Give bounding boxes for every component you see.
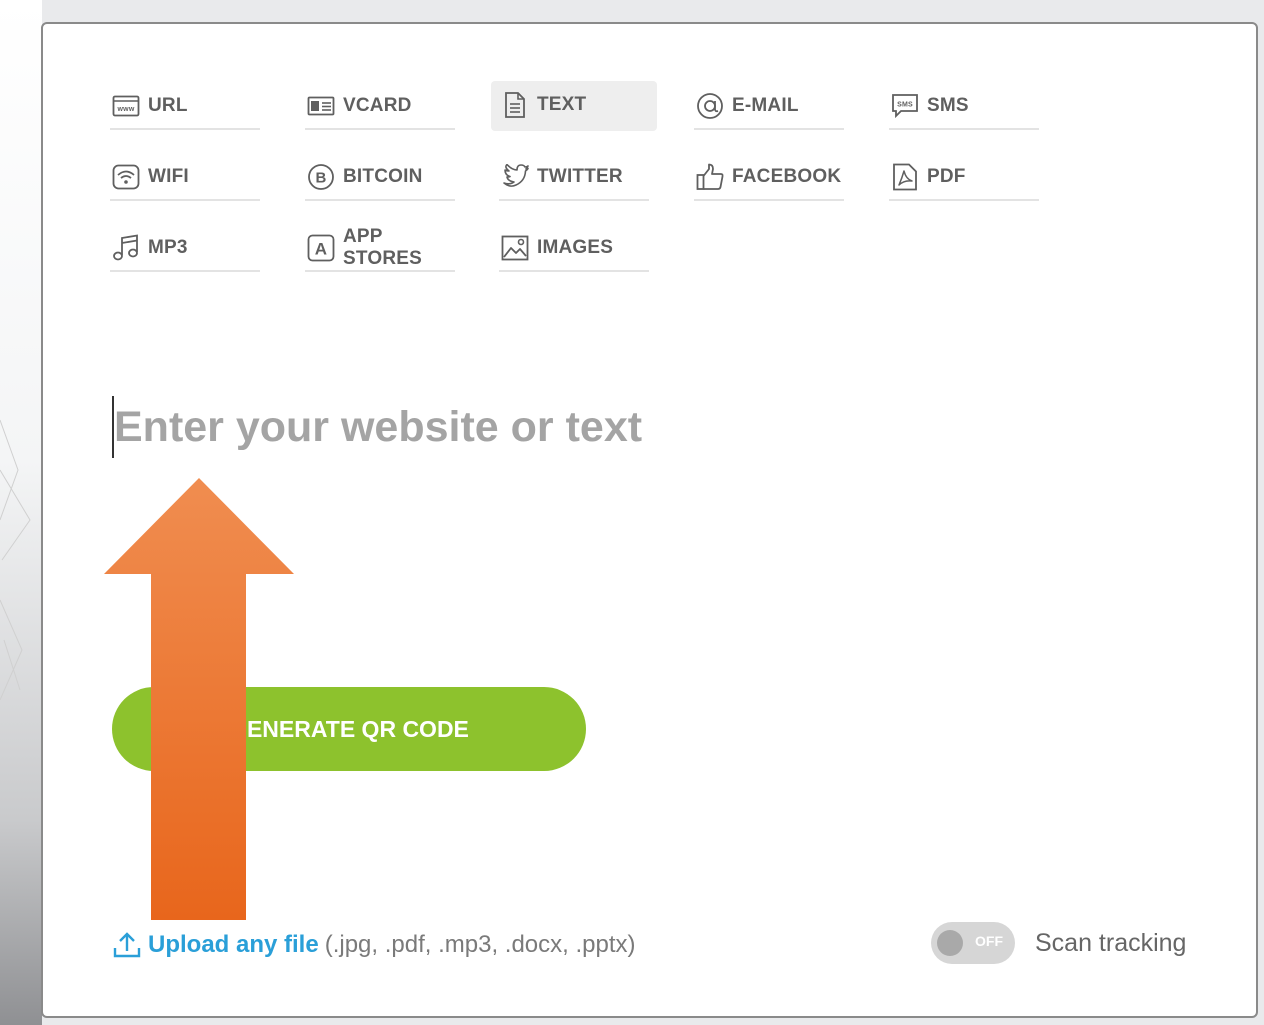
- twitter-icon: [501, 163, 529, 191]
- pdf-icon: [891, 163, 919, 191]
- wifi-icon: [112, 163, 140, 191]
- tab-label: APP STORES: [343, 226, 422, 269]
- music-note-icon: [112, 234, 140, 262]
- svg-text:A: A: [315, 240, 327, 259]
- tab-app-stores[interactable]: A APP STORES: [305, 226, 455, 272]
- toggle-knob: [937, 930, 963, 956]
- tab-label: PDF: [927, 166, 966, 187]
- app-store-icon: A: [307, 234, 335, 262]
- tab-wifi[interactable]: WIFI: [110, 155, 260, 201]
- tab-images[interactable]: IMAGES: [499, 226, 649, 272]
- background-decoration: [0, 0, 42, 1025]
- tab-vcard[interactable]: VCARD: [305, 84, 455, 130]
- tab-label: VCARD: [343, 95, 412, 116]
- tab-label: SMS: [927, 95, 969, 116]
- tab-label: URL: [148, 95, 188, 116]
- tab-facebook[interactable]: FACEBOOK: [694, 155, 844, 201]
- tab-email[interactable]: E-MAIL: [694, 84, 844, 130]
- tab-label: BITCOIN: [343, 166, 423, 187]
- tab-label: FACEBOOK: [732, 166, 842, 187]
- tab-mp3[interactable]: MP3: [110, 226, 260, 272]
- svg-text:SMS: SMS: [897, 102, 913, 109]
- tab-url[interactable]: www URL: [110, 84, 260, 130]
- at-icon: [696, 92, 724, 120]
- tab-text[interactable]: TEXT: [491, 81, 657, 131]
- vcard-icon: [307, 92, 335, 120]
- tab-label: E-MAIL: [732, 95, 799, 116]
- scan-tracking-toggle[interactable]: OFF: [931, 922, 1015, 964]
- text-document-icon: [501, 91, 529, 119]
- svg-text:www: www: [117, 106, 135, 113]
- website-or-text-input[interactable]: [112, 396, 814, 458]
- tab-pdf[interactable]: PDF: [889, 155, 1039, 201]
- scan-tracking-control: OFF Scan tracking: [931, 922, 1186, 964]
- sms-icon: SMS: [891, 92, 919, 120]
- svg-text:B: B: [315, 170, 326, 187]
- upload-icon[interactable]: [112, 930, 142, 960]
- image-icon: [501, 234, 529, 262]
- tab-bitcoin[interactable]: B BITCOIN: [305, 155, 455, 201]
- toggle-state: OFF: [975, 933, 1003, 949]
- upload-row: Upload any file (.jpg, .pdf, .mp3, .docx…: [112, 930, 636, 960]
- tab-label: TEXT: [537, 94, 587, 115]
- tab-sms[interactable]: SMS SMS: [889, 84, 1039, 130]
- upload-formats: (.jpg, .pdf, .mp3, .docx, .pptx): [324, 931, 636, 958]
- tab-label: WIFI: [148, 166, 189, 187]
- tab-label: IMAGES: [537, 237, 614, 258]
- scan-tracking-label: Scan tracking: [1035, 928, 1187, 957]
- bitcoin-icon: B: [307, 163, 335, 191]
- upload-file-link[interactable]: Upload any file: [148, 931, 319, 959]
- annotation-arrow-up-icon: [104, 478, 294, 920]
- tab-label: TWITTER: [537, 166, 623, 187]
- tab-label: MP3: [148, 237, 188, 258]
- tab-twitter[interactable]: TWITTER: [499, 155, 649, 201]
- www-icon: www: [112, 92, 140, 120]
- thumbs-up-icon: [696, 163, 724, 191]
